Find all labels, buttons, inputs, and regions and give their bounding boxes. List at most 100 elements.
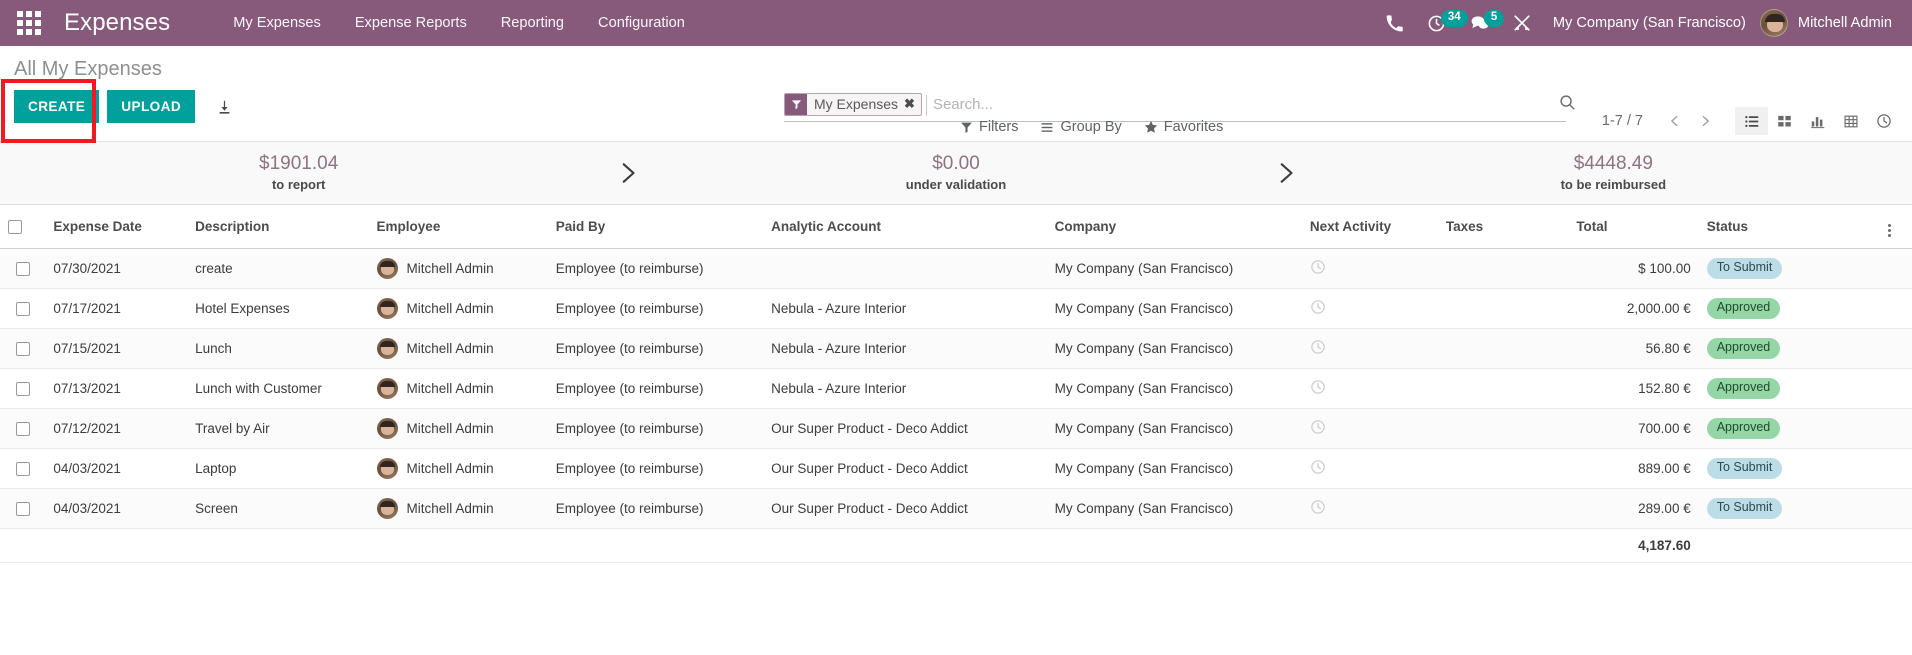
close-x-icon[interactable]: ✖ (902, 94, 921, 115)
avatar (376, 498, 398, 519)
summary-under-validation[interactable]: $0.00 under validation (657, 153, 1254, 193)
column-header-analytic-account[interactable]: Analytic Account (763, 205, 1047, 249)
table-row[interactable]: 07/30/2021 create Mitchell Admin Employe… (0, 248, 1912, 289)
cell-description: Laptop (187, 448, 369, 489)
cell-description: Lunch (187, 328, 369, 369)
user-menu[interactable]: Mitchell Admin (1759, 9, 1896, 37)
row-checkbox[interactable] (15, 302, 30, 317)
cell-expense-date: 07/17/2021 (45, 288, 188, 329)
row-checkbox[interactable] (15, 262, 30, 277)
row-checkbox[interactable] (15, 382, 30, 397)
favorites-button[interactable]: Favorites (1144, 119, 1223, 135)
column-header-description[interactable]: Description (187, 205, 369, 249)
table-row[interactable]: 07/12/2021 Travel by Air Mitchell Admin … (0, 408, 1912, 449)
menu-item-my-expenses[interactable]: My Expenses (216, 0, 338, 46)
footer-taxes-total (1437, 528, 1569, 563)
pager-next-button[interactable] (1690, 112, 1721, 130)
app-brand-title[interactable]: Expenses (64, 9, 170, 37)
column-header-employee[interactable]: Employee (368, 205, 548, 249)
create-button[interactable]: CREATE (14, 90, 100, 123)
menu-item-expense-reports[interactable]: Expense Reports (338, 0, 484, 46)
column-header-next-activity[interactable]: Next Activity (1301, 205, 1438, 249)
kanban-view-icon[interactable] (1768, 107, 1801, 135)
cell-description: Screen (187, 488, 369, 529)
employee-name: Mitchell Admin (406, 501, 494, 516)
table-row[interactable]: 07/15/2021 Lunch Mitchell Admin Employee… (0, 328, 1912, 369)
cell-description: Lunch with Customer (187, 368, 369, 409)
cell-employee: Mitchell Admin (368, 488, 548, 529)
table-row[interactable]: 04/03/2021 Laptop Mitchell Admin Employe… (0, 448, 1912, 489)
menu-item-configuration[interactable]: Configuration (581, 0, 702, 46)
cell-description: Hotel Expenses (187, 288, 369, 329)
pivot-table-view-icon[interactable] (1834, 107, 1867, 135)
chevron-right-icon (597, 158, 657, 188)
row-checkbox[interactable] (15, 502, 30, 517)
star-icon (1144, 120, 1157, 133)
column-header-status[interactable]: Status (1698, 205, 1881, 249)
search-facet-label: My Expenses (814, 96, 899, 112)
search-input[interactable] (925, 95, 1566, 116)
filters-button[interactable]: Filters (960, 119, 1018, 135)
pager-previous-button[interactable] (1659, 112, 1690, 130)
upload-button[interactable]: UPLOAD (107, 90, 196, 123)
phone-icon[interactable] (1374, 0, 1415, 46)
company-switcher[interactable]: My Company (San Francisco) (1543, 15, 1760, 31)
cell-taxes (1437, 328, 1569, 369)
cell-status: To Submit (1698, 448, 1881, 489)
summary-to-be-reimbursed[interactable]: $4448.49 to be reimbursed (1315, 153, 1912, 193)
footer-spacer-date (45, 528, 188, 563)
status-badge: To Submit (1706, 258, 1783, 279)
column-header-company[interactable]: Company (1046, 205, 1302, 249)
bar-chart-view-icon[interactable] (1801, 107, 1834, 135)
avatar (376, 338, 398, 359)
cell-paid-by: Employee (to reimburse) (547, 248, 764, 289)
clock-activity-icon[interactable]: 34 (1415, 0, 1468, 46)
select-all-checkbox[interactable] (8, 219, 22, 234)
summary-to-be-reimbursed-label: to be reimbursed (1560, 176, 1667, 192)
summary-to-report[interactable]: $1901.04 to report (0, 153, 597, 193)
table-row[interactable]: 07/17/2021 Hotel Expenses Mitchell Admin… (0, 288, 1912, 329)
cell-analytic-account: Our Super Product - Deco Addict (763, 408, 1047, 449)
summary-under-validation-label: under validation (905, 176, 1007, 192)
search-bar[interactable]: My Expenses ✖ (784, 90, 1575, 122)
cell-next-activity (1301, 288, 1438, 329)
clock-view-icon[interactable] (1867, 107, 1900, 135)
row-checkbox[interactable] (15, 342, 30, 357)
download-icon[interactable] (211, 92, 237, 122)
table-row[interactable]: 04/03/2021 Screen Mitchell Admin Employe… (0, 488, 1912, 529)
table-row[interactable]: 07/13/2021 Lunch with Customer Mitchell … (0, 368, 1912, 409)
row-checkbox[interactable] (15, 422, 30, 437)
row-checkbox[interactable] (15, 462, 30, 477)
search-icon[interactable] (1559, 94, 1576, 116)
status-badge: Approved (1706, 338, 1781, 359)
list-view-icon[interactable] (1735, 107, 1768, 135)
search-facet-my-expenses[interactable]: My Expenses ✖ (784, 92, 922, 116)
employee-name: Mitchell Admin (406, 261, 494, 276)
cell-expense-date: 04/03/2021 (45, 448, 188, 489)
navbar-right: 34 5 My Company (San Francisco) Mitchell… (1374, 0, 1912, 46)
column-header-total[interactable]: Total (1568, 205, 1699, 249)
cell-total: 700.00 € (1568, 408, 1699, 449)
column-header-paid-by[interactable]: Paid By (547, 205, 764, 249)
column-header-expense-date[interactable]: Expense Date (45, 205, 188, 249)
group-by-button[interactable]: Group By (1040, 119, 1122, 135)
footer-spacer-opt (1880, 528, 1912, 563)
chat-bubble-icon[interactable]: 5 (1458, 0, 1505, 46)
user-name: Mitchell Admin (1797, 15, 1892, 31)
optional-columns-toggle[interactable] (1880, 205, 1912, 249)
vertical-dots-icon[interactable] (1888, 224, 1892, 237)
column-header-taxes[interactable]: Taxes (1437, 205, 1569, 249)
row-checkbox-cell (0, 448, 46, 489)
cell-total: 889.00 € (1568, 448, 1699, 489)
cell-options (1880, 328, 1912, 369)
cell-analytic-account: Nebula - Azure Interior (763, 288, 1047, 329)
table-header-row: Expense Date Description Employee Paid B… (0, 205, 1912, 249)
menu-item-reporting[interactable]: Reporting (484, 0, 581, 46)
cell-taxes (1437, 368, 1569, 409)
wrench-tools-icon[interactable] (1501, 0, 1543, 46)
filter-funnel-icon (961, 122, 972, 133)
apps-grid-icon[interactable] (0, 0, 58, 46)
footer-spacer-company (1046, 528, 1302, 563)
status-badge: Approved (1706, 298, 1781, 319)
cell-options (1880, 248, 1912, 289)
